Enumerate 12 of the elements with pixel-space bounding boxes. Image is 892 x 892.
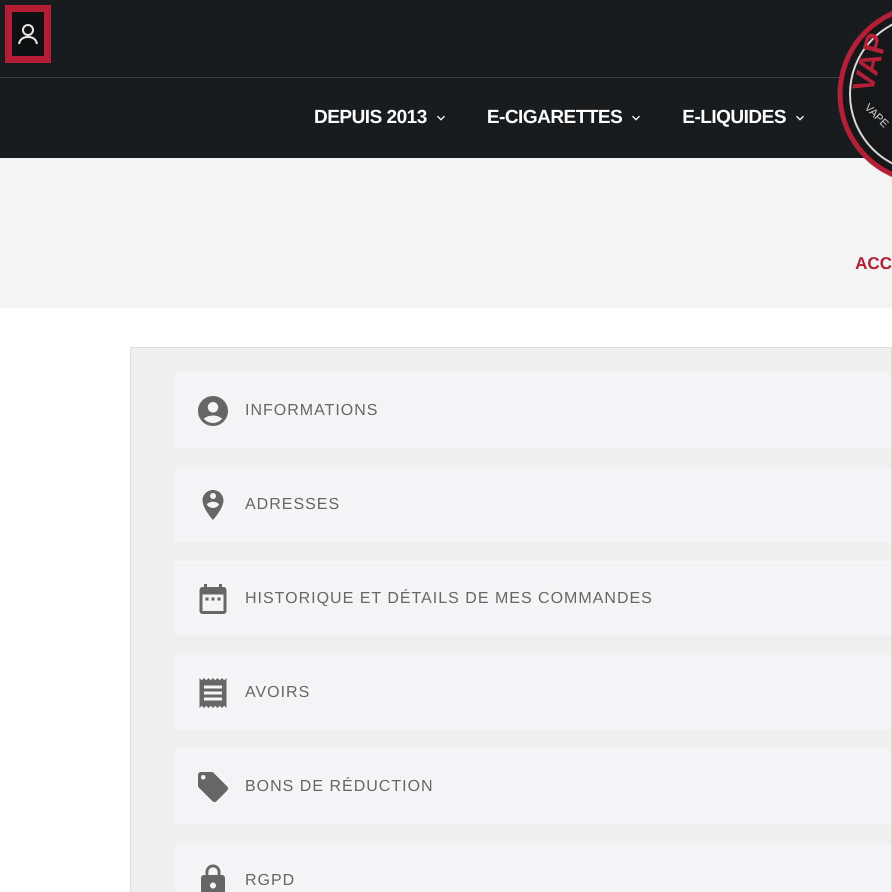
account-link[interactable]: AVOIRS: [175, 655, 891, 730]
account-link[interactable]: BONS DE RÉDUCTION: [175, 749, 891, 824]
account-button[interactable]: [5, 5, 51, 63]
account-link[interactable]: ADRESSES: [175, 467, 891, 542]
nav-link[interactable]: DEPUIS 2013: [314, 104, 449, 132]
nav-link[interactable]: E-LIQUIDES: [682, 104, 808, 132]
breadcrumb-text: ACC: [854, 252, 892, 274]
nav-link[interactable]: E-CIGARETTES: [486, 104, 644, 132]
user-icon: [16, 22, 40, 46]
account-link[interactable]: INFORMATIONS: [175, 373, 891, 448]
account-link[interactable]: HISTORIQUE ET DÉTAILS DE MES COMMANDES: [175, 561, 891, 636]
account-link[interactable]: RGPD: [175, 843, 891, 892]
